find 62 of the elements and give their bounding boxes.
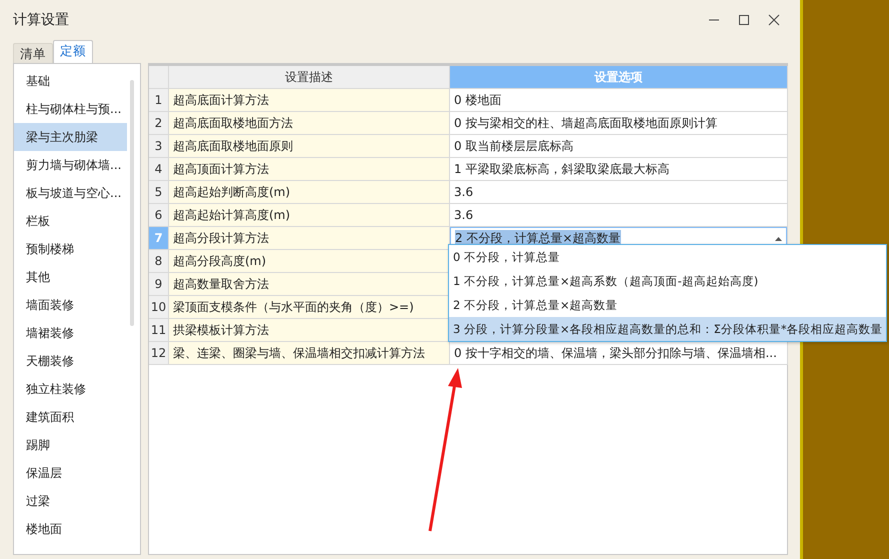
corner-cell	[149, 66, 169, 89]
sidebar-item[interactable]: 保温层	[14, 459, 127, 487]
dropdown-option[interactable]: 0 不分段，计算总量	[449, 245, 886, 269]
sidebar-item[interactable]: 墙面装修	[14, 291, 127, 319]
sidebar-item[interactable]: 剪力墙与砌体墙...	[14, 151, 127, 179]
scrollbar[interactable]	[130, 80, 134, 326]
sidebar-item[interactable]: 其他	[14, 263, 127, 291]
sidebar-item[interactable]: 过梁	[14, 487, 127, 515]
minimize-icon	[709, 19, 719, 21]
table-cell: 超高起始计算高度(m)	[169, 204, 450, 227]
dropdown-option[interactable]: 2 不分段，计算总量×超高数量	[449, 293, 886, 317]
table-cell: 超高数量取舍方法	[169, 273, 450, 296]
sidebar-item[interactable]: 基础	[14, 67, 127, 95]
column-header[interactable]: 设置描述	[169, 66, 450, 89]
table-cell: 0 按与梁相交的柱、墙超高底面取楼地面原则计算	[450, 112, 788, 135]
tab[interactable]: 清单	[13, 43, 53, 63]
table-cell: 1 平梁取梁底标高，斜梁取梁底最大标高	[450, 158, 788, 181]
sidebar-item[interactable]: 预制楼梯	[14, 235, 127, 263]
table-cell: 0 取当前楼层层底标高	[450, 135, 788, 158]
sidebar-item[interactable]: 栏板	[14, 207, 127, 235]
row-number: 8	[149, 250, 169, 273]
row-number: 2	[149, 112, 169, 135]
row-number: 6	[149, 204, 169, 227]
table-cell: 超高底面取楼地面方法	[169, 112, 450, 135]
sidebar-item[interactable]: 天棚装修	[14, 347, 127, 375]
dropdown-option[interactable]: 1 不分段，计算总量×超高系数（超高顶面-超高起始高度)	[449, 269, 886, 293]
sidebar-item[interactable]: 楼地面	[14, 515, 127, 543]
caret-up-icon	[775, 236, 782, 240]
row-number: 1	[149, 89, 169, 112]
table-cell: 超高分段高度(m)	[169, 250, 450, 273]
table-cell: 超高起始判断高度(m)	[169, 181, 450, 204]
row-number: 7	[149, 227, 169, 250]
sidebar-item[interactable]: 墙裙装修	[14, 319, 127, 347]
table-cell: 超高分段计算方法	[169, 227, 450, 250]
window-title: 计算设置	[13, 11, 70, 29]
table-cell: 超高底面计算方法	[169, 89, 450, 112]
sidebar-item[interactable]: 板与坡道与空心...	[14, 179, 127, 207]
dropdown-option[interactable]: 3 分段，计算分段量×各段相应超高数量的总和：Σ分段体积量*各段相应超高数量	[449, 317, 886, 341]
close-icon	[768, 14, 780, 26]
row-number: 10	[149, 296, 169, 319]
sidebar-item[interactable]: 柱与砌体柱与预...	[14, 95, 127, 123]
sidebar-item[interactable]: 梁与主次肋梁	[14, 123, 127, 151]
row-number: 4	[149, 158, 169, 181]
row-number: 3	[149, 135, 169, 158]
sidebar-item[interactable]: 独立柱装修	[14, 375, 127, 403]
row-number: 12	[149, 342, 169, 365]
sidebar-item[interactable]: 建筑面积	[14, 403, 127, 431]
table-cell: 0 按十字相交的墙、保温墙，梁头部分扣除与墙、保温墙相...	[450, 342, 788, 365]
table-cell: 拱梁模板计算方法	[169, 319, 450, 342]
row-number: 11	[149, 319, 169, 342]
maximize-icon	[738, 14, 750, 26]
table-cell: 3.6	[450, 181, 788, 204]
table-cell: 梁顶面支模条件（与水平面的夹角（度）>=)	[169, 296, 450, 319]
table-cell: 超高顶面计算方法	[169, 158, 450, 181]
table-cell: 3.6	[450, 204, 788, 227]
table-cell: 梁、连梁、圈梁与墙、保温墙相交扣减计算方法	[169, 342, 450, 365]
table-cell: 0 楼地面	[450, 89, 788, 112]
row-number: 5	[149, 181, 169, 204]
table-cell: 超高底面取楼地面原则	[169, 135, 450, 158]
tab[interactable]: 定额	[53, 40, 93, 63]
sidebar-item[interactable]: 踢脚	[14, 431, 127, 459]
row-number: 9	[149, 273, 169, 296]
